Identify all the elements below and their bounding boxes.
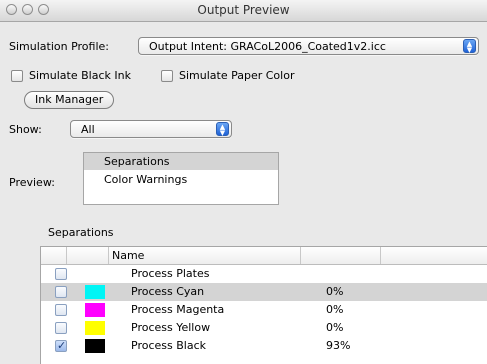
simulate-paper-color-label: Simulate Paper Color	[179, 69, 295, 82]
simulate-paper-color-checkbox[interactable]	[161, 70, 173, 82]
simulation-profile-select[interactable]: Output Intent: GRACoL2006_Coated1v2.icc …	[138, 37, 479, 55]
separation-percent: 0%	[326, 303, 344, 316]
preview-item-color-warnings[interactable]: Color Warnings	[84, 171, 278, 188]
separation-name: Process Plates	[131, 267, 210, 280]
preview-item-separations[interactable]: Separations	[84, 153, 278, 170]
separations-group-label: Separations	[48, 226, 114, 239]
separation-percent: 93%	[326, 339, 351, 352]
column-header-percent[interactable]	[301, 247, 381, 264]
simulate-black-ink-checkbox[interactable]	[11, 70, 23, 82]
color-swatch	[85, 321, 105, 335]
column-header-name[interactable]: Name	[109, 247, 301, 264]
title-bar: Output Preview	[0, 0, 487, 22]
table-row[interactable]: Process Yellow 0%	[41, 319, 487, 337]
simulate-black-ink-label: Simulate Black Ink	[29, 69, 131, 82]
separation-name: Process Magenta	[131, 303, 225, 316]
checkmark-icon: ✓	[57, 339, 67, 352]
updown-arrow-icon: ▲ ▼	[463, 39, 476, 54]
color-swatch	[85, 303, 105, 317]
column-header-color[interactable]	[67, 247, 109, 264]
separation-name: Process Cyan	[131, 285, 205, 298]
output-preview-window: Output Preview Simulation Profile: Outpu…	[0, 0, 487, 364]
separation-percent: 0%	[326, 321, 344, 334]
table-header: Name	[41, 247, 487, 265]
color-swatch	[85, 339, 105, 353]
separation-visibility-checkbox[interactable]	[55, 286, 67, 298]
preview-list[interactable]: Separations Color Warnings	[83, 152, 279, 205]
separation-visibility-checkbox[interactable]	[55, 304, 67, 316]
separation-visibility-checkbox[interactable]	[55, 268, 67, 280]
separation-name: Process Black	[131, 339, 206, 352]
show-label: Show:	[9, 123, 42, 136]
simulation-profile-value: Output Intent: GRACoL2006_Coated1v2.icc	[149, 40, 386, 53]
show-value: All	[81, 123, 95, 136]
separation-visibility-checkbox[interactable]: ✓	[55, 339, 67, 352]
ink-manager-button[interactable]: Ink Manager	[24, 91, 115, 109]
separations-table: Name Process Plates Process Cyan 0% Process…	[40, 246, 487, 364]
table-row[interactable]: Process Magenta 0%	[41, 301, 487, 319]
separation-visibility-checkbox[interactable]	[55, 322, 67, 334]
table-row[interactable]: Process Plates	[41, 265, 487, 283]
table-row[interactable]: Process Cyan 0%	[41, 283, 487, 301]
table-row[interactable]: ✓ Process Black 93%	[41, 337, 487, 355]
separation-percent: 0%	[326, 285, 344, 298]
preview-label: Preview:	[9, 176, 55, 189]
list-item-label: Separations	[104, 155, 170, 168]
updown-arrow-icon: ▲ ▼	[216, 122, 229, 137]
separation-name: Process Yellow	[131, 321, 211, 334]
list-item-label: Color Warnings	[104, 173, 188, 186]
show-select[interactable]: All ▲ ▼	[70, 120, 232, 138]
window-title: Output Preview	[197, 3, 290, 17]
column-header-extra[interactable]	[381, 247, 487, 264]
color-swatch	[85, 285, 105, 299]
simulation-profile-label: Simulation Profile:	[9, 40, 109, 53]
column-header-check[interactable]	[41, 247, 67, 264]
